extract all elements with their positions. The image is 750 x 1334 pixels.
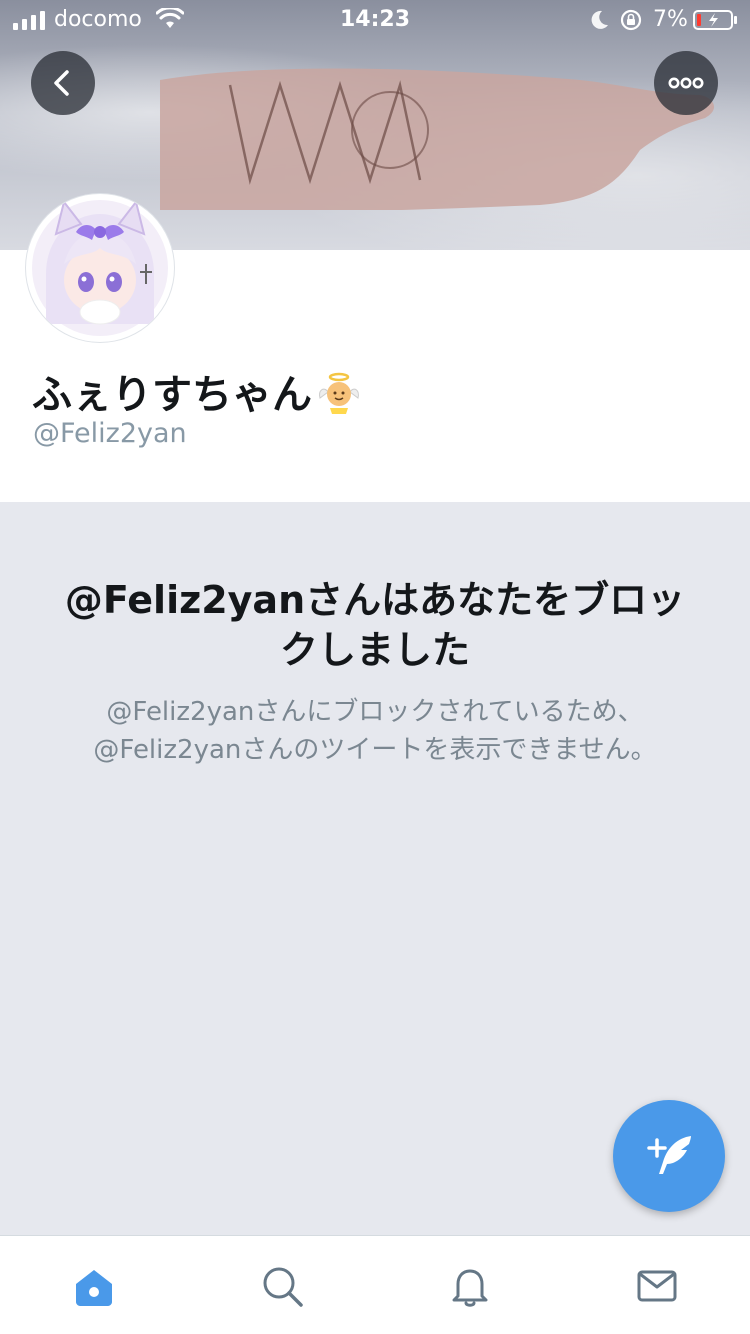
blocked-description: @Feliz2yanさんにブロックされているため、@Feliz2yanさんのツイ… (93, 697, 657, 765)
banner-image (160, 68, 714, 210)
angel-baby-emoji-icon (319, 372, 359, 414)
bottom-tab-bar (0, 1235, 750, 1334)
orientation-lock-icon (620, 9, 642, 31)
blocked-title: @Feliz2yanさんはあなたをブロックしました (64, 578, 686, 672)
avatar-image (32, 199, 168, 336)
tab-home[interactable] (70, 1262, 118, 1310)
battery-icon (693, 10, 737, 30)
home-icon (76, 1270, 112, 1306)
user-handle: @Feliz2yan (33, 418, 187, 449)
chevron-left-icon (54, 70, 69, 96)
battery-percent: 7% (653, 7, 688, 32)
compose-tweet-icon (647, 1136, 691, 1174)
tab-notifications[interactable] (446, 1262, 494, 1310)
more-options-button[interactable] (654, 51, 718, 115)
display-name: ふぇりすちゃん (32, 362, 362, 420)
profile-screen: docomo 14:23 7% ふぇりすちゃん @Feliz2yan @Feli… (0, 0, 750, 1334)
compose-tweet-button[interactable] (613, 1100, 725, 1212)
do-not-disturb-icon (591, 10, 608, 29)
status-bar: docomo 14:23 7% (0, 0, 750, 40)
back-button[interactable] (31, 51, 95, 115)
notifications-icon (452, 1269, 488, 1307)
messages-icon (637, 1270, 677, 1302)
tab-messages[interactable] (633, 1262, 681, 1310)
search-icon (263, 1267, 303, 1307)
avatar[interactable] (26, 194, 174, 342)
display-name-text: ふぇりすちゃん (32, 372, 312, 418)
more-horizontal-icon (668, 77, 704, 89)
tab-search[interactable] (258, 1262, 306, 1310)
